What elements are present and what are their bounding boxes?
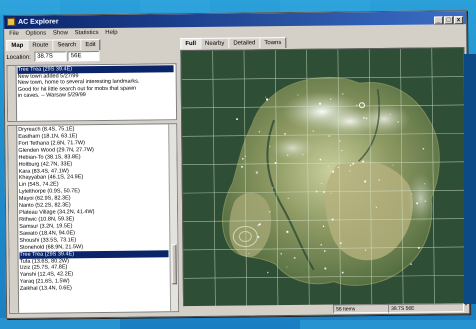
app-icon <box>7 17 16 26</box>
tab-map[interactable]: Map <box>6 39 29 51</box>
status-bar: 56 Items 38.7S 56E <box>183 303 466 315</box>
world-map[interactable] <box>180 47 468 309</box>
places-items: Dryreach (8.4S, 75.1E) Eastham (18.1N, 63… <box>18 125 169 293</box>
tab-nearby[interactable]: Nearby <box>199 37 230 49</box>
left-pane: Map Route Search Edit Location: 38.7S 56E T… <box>6 38 180 316</box>
background-tile <box>140 0 210 12</box>
location-row: Location: 38.7S 56E <box>6 50 176 63</box>
ac-explorer-window: AC Explorer _ □ x File Options Show Statis… <box>3 10 471 319</box>
notes-side-tab[interactable] <box>7 65 18 121</box>
map-canvas[interactable] <box>181 48 467 308</box>
status-items: 56 Items <box>333 303 390 314</box>
menu-help[interactable]: Help <box>105 30 117 36</box>
menu-options[interactable]: Options <box>26 31 47 37</box>
places-scroll-thumb[interactable] <box>171 244 177 285</box>
tab-edit[interactable]: Edit <box>80 38 101 51</box>
map-pane: Full Nearby Detailed Towns 56 Items 38.7… <box>180 35 468 315</box>
desktop-edge <box>464 54 476 304</box>
status-coords: 38.7S 56E <box>388 303 465 313</box>
close-button[interactable]: x <box>454 16 464 25</box>
location-label: Location: <box>6 54 31 61</box>
places-scrollbar[interactable] <box>168 124 179 312</box>
notes-line: in caves. -- Warsaw 5/29/99 <box>17 92 86 100</box>
menu-file[interactable]: File <box>9 31 19 37</box>
place-list-item[interactable]: Zaikhal (13.4N, 0.6E) <box>20 284 169 292</box>
menu-statistics[interactable]: Statistics <box>75 30 99 36</box>
location-lon-input[interactable]: 56E <box>67 50 100 62</box>
minimize-button[interactable]: _ <box>434 16 444 25</box>
background-tile <box>0 0 60 14</box>
background-tile <box>300 320 476 329</box>
places-list[interactable]: Dryreach (8.4S, 75.1E) Eastham (18.1N, 63… <box>7 123 180 314</box>
tab-towns[interactable]: Towns <box>259 37 287 49</box>
tab-full[interactable]: Full <box>180 37 202 50</box>
tab-detailed[interactable]: Detailed <box>228 37 261 49</box>
maximize-button[interactable]: □ <box>444 16 454 25</box>
tab-search[interactable]: Search <box>52 39 82 51</box>
background-tile <box>0 318 120 329</box>
tab-route[interactable]: Route <box>27 39 54 51</box>
notes-panel[interactable]: Tree Trea (29S 39.4E) New town added 5/2… <box>6 63 178 122</box>
location-lat-input[interactable]: 38.7S <box>34 51 67 62</box>
left-tab-row: Map Route Search Edit <box>6 38 176 51</box>
menu-show[interactable]: Show <box>53 30 68 36</box>
window-title: AC Explorer <box>18 18 59 26</box>
